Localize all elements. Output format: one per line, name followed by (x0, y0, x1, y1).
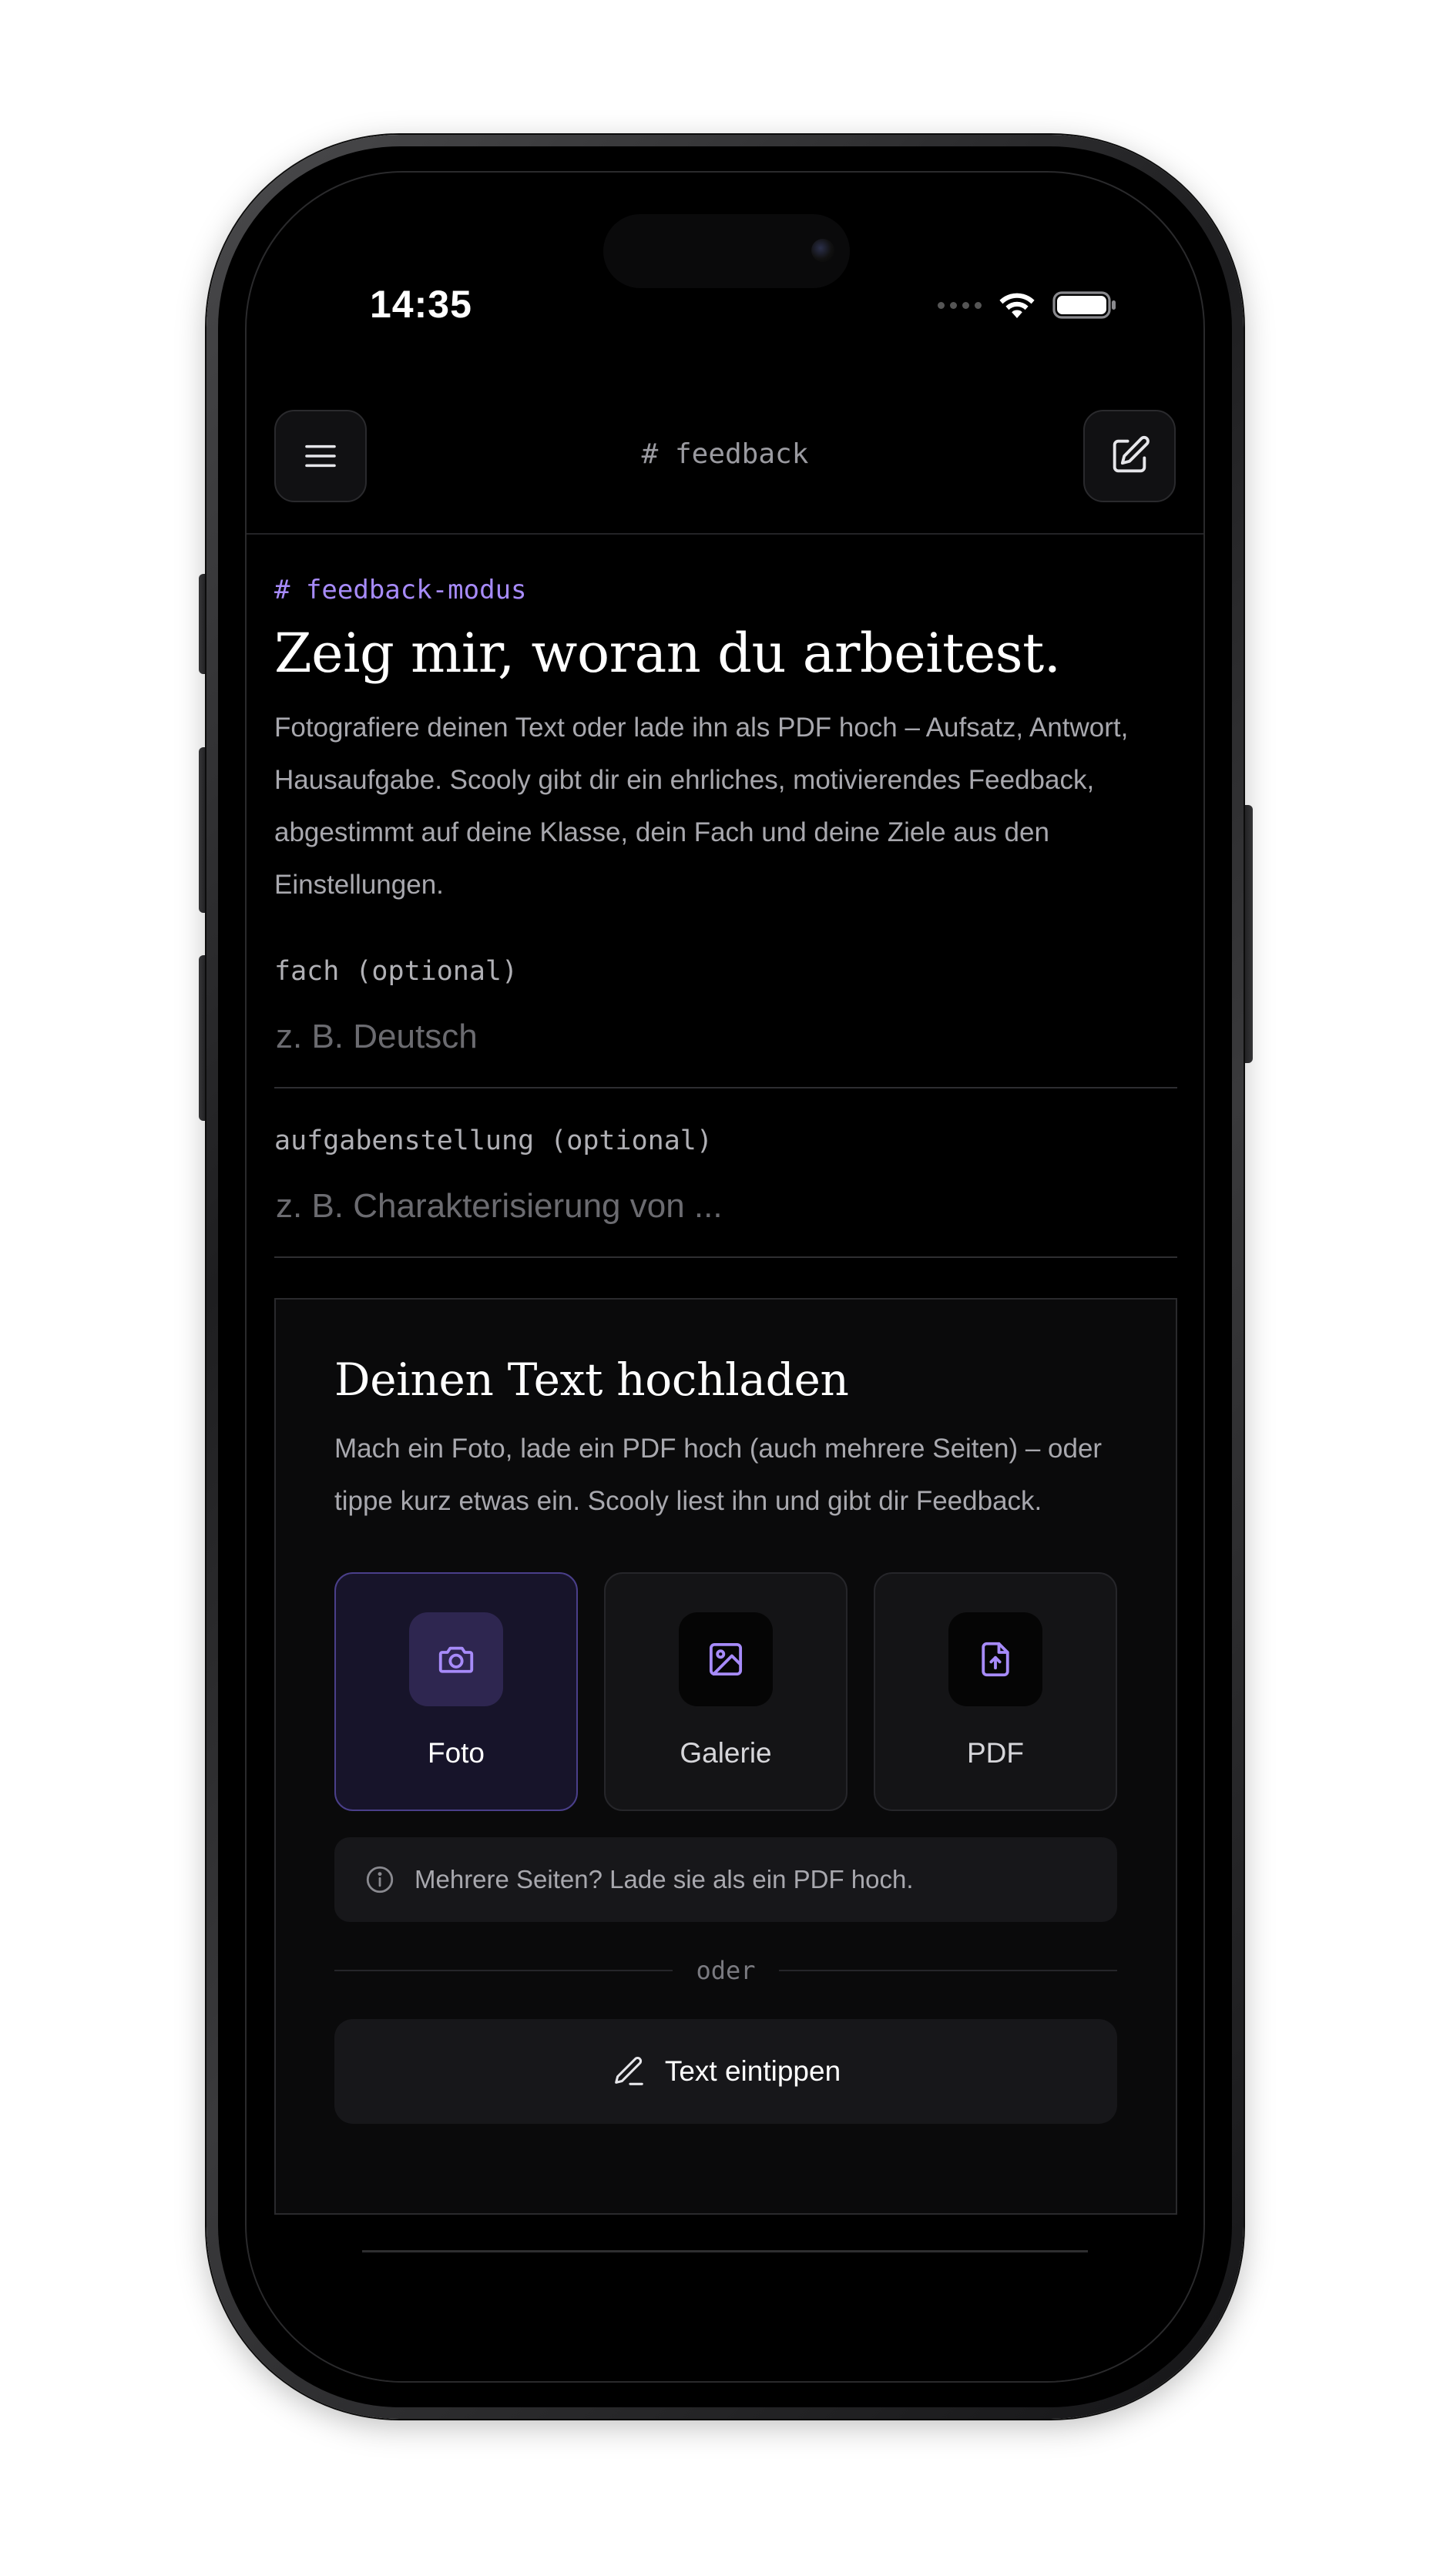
file-upload-icon (982, 1642, 1009, 1676)
subject-label: fach (optional) (274, 955, 519, 987)
page-title: # feedback (641, 438, 809, 470)
type-text-button[interactable]: Text eintippen (334, 2018, 1117, 2124)
section-tag: # feedback-modus (274, 575, 527, 605)
camera-icon (438, 1646, 474, 1673)
pencil-icon (615, 2056, 643, 2085)
photo-option-label: Foto (427, 1736, 485, 1769)
or-divider-label: oder (696, 1955, 756, 1985)
upload-title: Deinen Text hochladen (334, 1353, 849, 1406)
task-label: aufgabenstellung (optional) (274, 1125, 713, 1156)
wifi-icon (999, 293, 1035, 318)
gallery-option-button[interactable]: Galerie (604, 1571, 848, 1811)
subject-input[interactable] (274, 1016, 1177, 1057)
task-field-container (274, 1156, 1177, 1258)
subject-field-container (274, 987, 1177, 1088)
gallery-option-label: Galerie (680, 1736, 772, 1769)
multi-page-hint: Mehrere Seiten? Lade sie als ein PDF hoc… (334, 1836, 1117, 1922)
header-divider (247, 533, 1203, 535)
new-entry-button[interactable] (1083, 410, 1176, 502)
signal-icon (938, 301, 982, 309)
status-icons (938, 290, 1119, 320)
hint-text: Mehrere Seiten? Lade sie als ein PDF hoc… (415, 1864, 914, 1893)
task-input[interactable] (274, 1186, 1177, 1226)
status-time: 14:35 (370, 283, 472, 326)
info-icon (366, 1866, 394, 1893)
pdf-option-label: PDF (967, 1736, 1024, 1769)
type-text-label: Text eintippen (664, 2054, 841, 2087)
edit-square-icon (1113, 435, 1150, 473)
or-divider: oder (334, 1956, 1117, 1985)
photo-option-button[interactable]: Foto (334, 1571, 578, 1811)
headline: Zeig mir, woran du arbeitest. (274, 622, 1061, 685)
upload-options: Foto Galerie PDF (334, 1571, 1117, 1811)
intro-text: Fotografiere deinen Text oder lade ihn a… (274, 712, 1129, 900)
gallery-option-icon-tile (679, 1612, 773, 1706)
image-icon (709, 1642, 743, 1675)
pdf-option-button[interactable]: PDF (874, 1571, 1117, 1811)
dynamic-island (603, 214, 850, 288)
pdf-option-icon-tile (948, 1612, 1042, 1706)
battery-icon (1052, 291, 1116, 319)
main-content: # feedback-modus Zeig mir, woran du arbe… (274, 558, 1177, 2215)
upload-description: Mach ein Foto, lade ein PDF hoch (auch m… (334, 1433, 1103, 1516)
camera-lens-icon (811, 239, 834, 262)
upload-card: Deinen Text hochladen Mach ein Foto, lad… (274, 1297, 1177, 2215)
bottom-bezel-area (247, 2250, 1203, 2381)
phone-screen: 14:35 # feedback # feedback-modus Zeig m… (245, 171, 1205, 2383)
photo-option-icon-tile (409, 1612, 503, 1706)
